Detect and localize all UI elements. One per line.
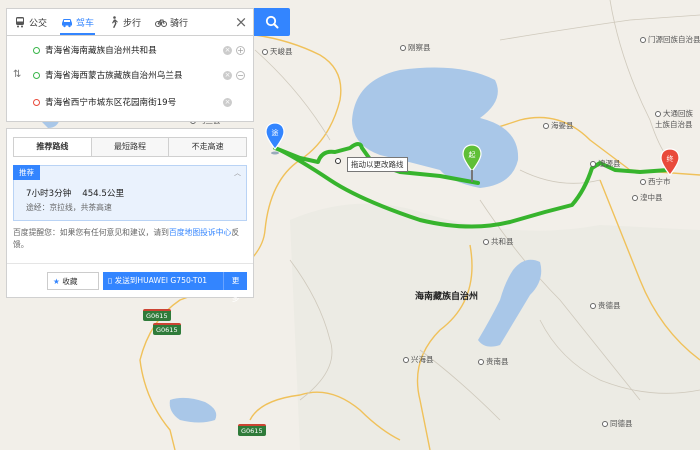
map-label: 湟中县	[632, 192, 663, 203]
end-field[interactable]: 青海省西宁市城东区花园南街19号 ×	[33, 91, 245, 113]
map-label: 刚察县	[400, 42, 431, 53]
tab-drive-label: 驾车	[76, 18, 95, 29]
map-label: 兴海县	[403, 354, 434, 365]
map-label: 海晏县	[543, 120, 574, 131]
route-summary: 7小时3分钟 454.5公里	[26, 187, 124, 199]
highway-shield: G0615	[143, 309, 171, 321]
walk-icon	[112, 16, 119, 28]
car-icon	[62, 19, 73, 28]
map-label: 天峻县	[262, 46, 293, 57]
tab-recommended[interactable]: 推荐路线	[14, 138, 92, 156]
start-marker[interactable]: 起	[461, 144, 483, 184]
transport-mode-bar: 公交 驾车 步行 骑行 ×	[6, 8, 254, 36]
route-plan-card[interactable]: 推荐 ︿ 7小时3分钟 454.5公里 途经：京拉线，共茶高速	[13, 165, 247, 221]
tab-drive[interactable]: 驾车	[54, 9, 101, 35]
route-inputs: ⇅ 青海省海南藏族自治州共和县 × + 青海省海西蒙古族藏族自治州乌兰县 × −…	[6, 36, 254, 122]
tip-text: 百度提醒您：如果您有任何意见和建议，请到	[13, 228, 169, 237]
feedback-tip: 百度提醒您：如果您有任何意见和建议，请到百度地图投诉中心反馈。	[13, 227, 249, 251]
more-button[interactable]: 更多	[223, 272, 247, 303]
collapse-icon[interactable]: ︿	[234, 168, 241, 178]
end-dot-icon	[33, 98, 40, 106]
highway-shield: G0615	[238, 424, 266, 436]
map-label: 同德县	[602, 418, 633, 429]
waypoint-field-text: 青海省海西蒙古族藏族自治州乌兰县	[45, 71, 183, 81]
tab-bus[interactable]: 公交	[7, 9, 54, 35]
tab-walk-label: 步行	[123, 18, 142, 29]
bus-icon	[16, 17, 24, 28]
route-time: 7小时3分钟	[26, 189, 72, 199]
bike-icon	[155, 19, 168, 27]
tab-walk[interactable]: 步行	[101, 9, 148, 35]
favorite-button[interactable]: ★ 收藏	[47, 272, 99, 290]
map-label: 贵南县	[478, 356, 509, 367]
tab-bike[interactable]: 骑行	[148, 9, 195, 35]
clear-icon[interactable]: ×	[223, 97, 232, 107]
add-waypoint-icon[interactable]: +	[236, 45, 245, 55]
start-marker-label: 起	[469, 151, 476, 159]
via-dot-icon	[33, 71, 40, 79]
end-field-text: 青海省西宁市城东区花园南街19号	[45, 98, 177, 108]
map-label: 共和县	[483, 236, 514, 247]
route-results-panel: 推荐路线 最短路程 不走高速 推荐 ︿ 7小时3分钟 454.5公里 途经：京拉…	[6, 128, 254, 303]
tab-bike-label: 骑行	[170, 18, 189, 29]
start-field[interactable]: 青海省海南藏族自治州共和县 × +	[33, 39, 245, 61]
clear-icon[interactable]: ×	[223, 70, 232, 80]
via-marker-label: 途	[272, 128, 279, 137]
map-label: 海南藏族自治州	[415, 292, 479, 302]
favorite-label: 收藏	[62, 277, 78, 286]
search-icon	[265, 15, 279, 29]
map-label: 西宁市	[640, 176, 671, 187]
route-distance: 454.5公里	[82, 189, 125, 199]
start-dot-icon	[33, 46, 40, 54]
remove-waypoint-icon[interactable]: −	[236, 70, 245, 80]
tab-shortest[interactable]: 最短路程	[91, 138, 170, 156]
via-marker[interactable]: 途	[264, 122, 286, 156]
highway-shield: G0615	[153, 323, 181, 335]
clear-icon[interactable]: ×	[223, 45, 232, 55]
recommended-badge: 推荐	[13, 165, 40, 180]
tab-bus-label: 公交	[29, 18, 48, 29]
phone-icon: ▯	[108, 276, 113, 285]
route-preference-tabs: 推荐路线 最短路程 不走高速	[13, 137, 247, 157]
route-via: 途经：京拉线，共茶高速	[26, 203, 112, 212]
end-marker-label: 终	[667, 154, 674, 163]
waypoint-field[interactable]: 青海省海西蒙古族藏族自治州乌兰县 × −	[33, 64, 245, 86]
end-marker[interactable]: 终	[659, 148, 681, 178]
complaint-center-link[interactable]: 百度地图投诉中心	[169, 228, 231, 237]
tab-avoid-highway[interactable]: 不走高速	[169, 138, 247, 156]
close-icon[interactable]: ×	[229, 13, 253, 31]
action-bar: ★ 收藏 ▯ 发送到HUAWEI G750-T01 更多	[7, 263, 253, 303]
swap-icon[interactable]: ⇅	[13, 69, 21, 80]
start-field-text: 青海省海南藏族自治州共和县	[45, 46, 157, 56]
map-label: 湟源县	[590, 158, 621, 169]
send-to-phone-button[interactable]: ▯ 发送到HUAWEI G750-T01	[103, 272, 223, 290]
star-icon: ★	[53, 277, 60, 286]
map-label: 大通回族土族自治县	[655, 108, 699, 130]
send-label: 发送到HUAWEI G750-T01	[114, 276, 208, 285]
drag-route-tooltip: 拖动以更改路线	[347, 157, 408, 172]
search-button[interactable]	[254, 8, 290, 36]
map-label: 贵德县	[590, 300, 621, 311]
map-label: 门源回族自治县	[640, 34, 700, 45]
